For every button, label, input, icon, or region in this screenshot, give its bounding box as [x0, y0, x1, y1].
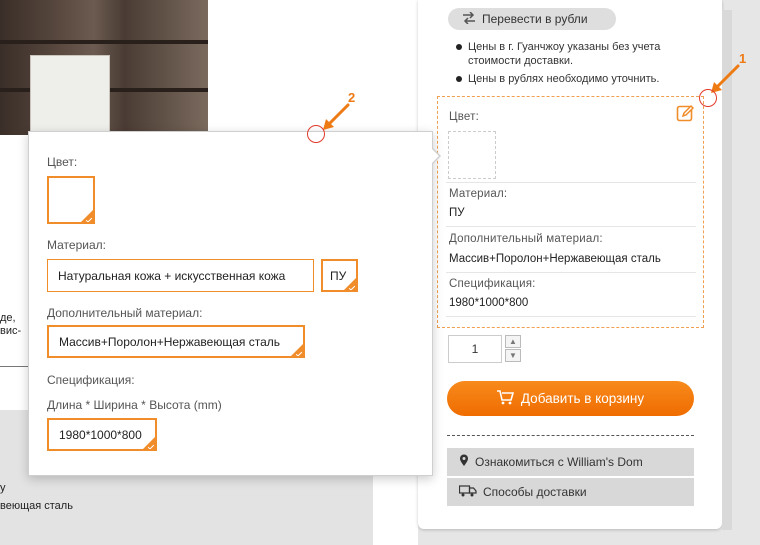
bg-text-fragment: у — [0, 482, 6, 494]
spec-label: Спецификация: — [449, 278, 536, 290]
bg-text-fragment: вис- — [0, 325, 22, 337]
price-note: Цены в г. Гуанчжоу указаны без учета сто… — [454, 40, 704, 68]
extra-material-option-label: Массив+Поролон+Нержавеющая сталь — [59, 334, 281, 349]
check-icon — [147, 443, 155, 449]
annotation-number-1: 1 — [739, 51, 747, 66]
dashed-divider — [447, 435, 694, 436]
price-notes: Цены в г. Гуанчжоу указаны без учета сто… — [454, 40, 704, 90]
bg-text-fragment: де, — [0, 312, 16, 324]
convert-to-rubles-button[interactable]: Перевести в рубли — [448, 8, 616, 30]
annotation-circle-2 — [307, 125, 325, 143]
exchange-arrows-icon — [462, 10, 476, 27]
divider — [446, 182, 696, 183]
material-option-selected[interactable]: ПУ — [321, 259, 358, 292]
extra-material-label: Дополнительный материал: — [449, 233, 603, 245]
learn-about-store-button[interactable]: Ознакомиться с William's Dom — [447, 448, 694, 476]
price-note: Цены в рублях необходимо уточнить. — [454, 72, 704, 86]
quantity-decrease-button[interactable]: ▼ — [505, 349, 521, 362]
check-icon — [85, 216, 93, 222]
spec-option-selected[interactable]: 1980*1000*800 — [47, 418, 157, 451]
delivery-methods-button[interactable]: Способы доставки — [447, 478, 694, 506]
chevron-down-icon: ▼ — [509, 351, 517, 360]
truck-icon — [458, 484, 477, 500]
divider — [446, 316, 696, 317]
learn-button-label: Ознакомиться с William's Dom — [475, 455, 643, 469]
material-value: ПУ — [449, 207, 465, 219]
bg-text-fragment: веющая сталь — [0, 500, 73, 512]
edit-pencil-icon[interactable] — [676, 104, 695, 123]
divider — [446, 226, 696, 227]
delivery-button-label: Способы доставки — [483, 485, 587, 499]
shopping-cart-icon — [496, 389, 514, 408]
popup-extra-material-label: Дополнительный материал: — [47, 306, 203, 320]
extra-material-option-selected[interactable]: Массив+Поролон+Нержавеющая сталь — [47, 325, 305, 358]
color-option-swatch[interactable] — [47, 176, 95, 224]
material-option-label: ПУ — [330, 268, 347, 283]
check-icon — [348, 284, 356, 290]
popup-color-label: Цвет: — [47, 155, 78, 169]
popup-spec-label: Спецификация: — [47, 373, 135, 387]
color-label: Цвет: — [449, 111, 479, 123]
spec-option-label: 1980*1000*800 — [59, 427, 142, 442]
annotation-circle-1 — [699, 89, 717, 107]
add-to-cart-button[interactable]: Добавить в корзину — [447, 381, 694, 416]
check-icon — [295, 350, 303, 356]
add-to-cart-label: Добавить в корзину — [520, 391, 645, 406]
extra-material-value: Массив+Поролон+Нержавеющая сталь — [449, 253, 661, 265]
material-label: Материал: — [449, 188, 508, 200]
popup-material-label: Материал: — [47, 238, 106, 252]
divider — [446, 272, 696, 273]
color-swatch — [448, 131, 496, 179]
material-option[interactable]: Натуральная кожа + искусственная кожа — [47, 259, 314, 292]
map-pin-icon — [459, 454, 469, 470]
quantity-increase-button[interactable]: ▲ — [505, 335, 521, 348]
quantity-input[interactable]: 1 — [448, 335, 502, 363]
spec-value: 1980*1000*800 — [449, 297, 529, 309]
product-photo — [0, 0, 208, 135]
annotation-arrow-2 — [323, 103, 350, 130]
convert-button-label: Перевести в рубли — [482, 12, 588, 26]
popup-spec-sublabel: Длина * Ширина * Высота (mm) — [47, 398, 222, 412]
bg-divider — [0, 366, 30, 367]
chevron-up-icon: ▲ — [509, 337, 517, 346]
